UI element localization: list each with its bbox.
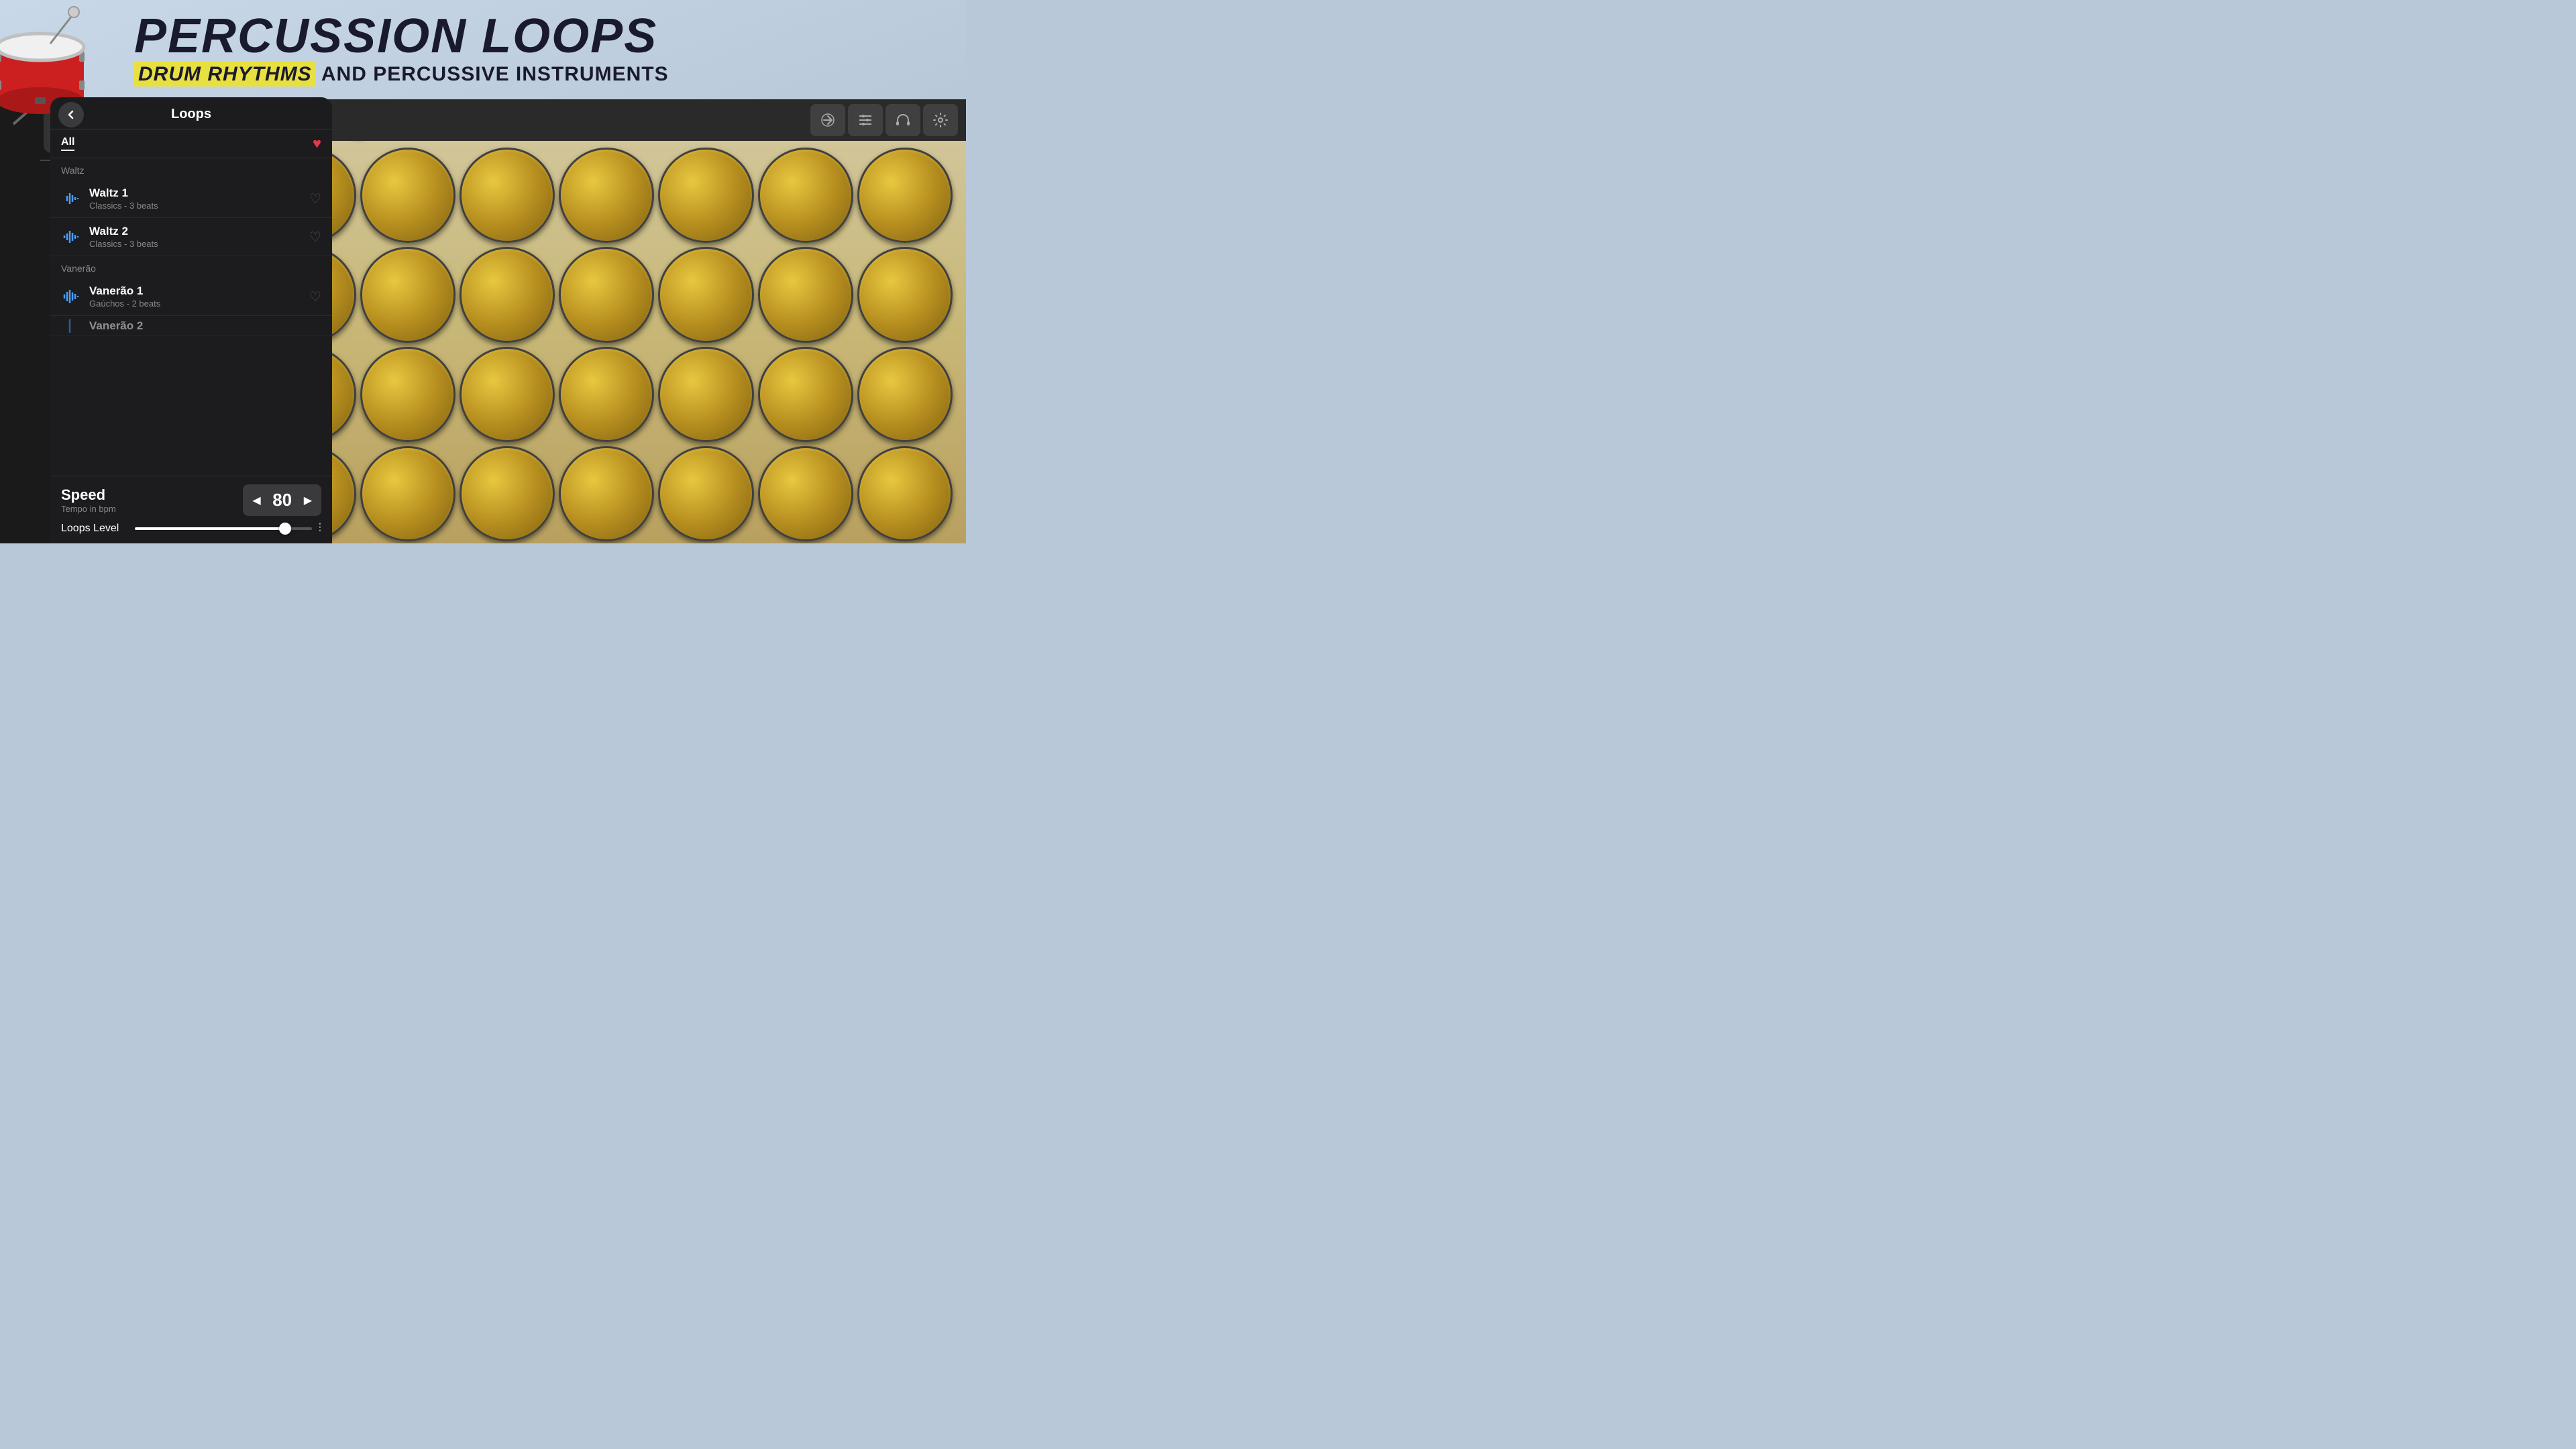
loop-desc-waltz2: Classics - 3 beats bbox=[89, 239, 301, 249]
bpm-control: ◀ 80 ▶ bbox=[243, 484, 321, 516]
drum-pad[interactable] bbox=[460, 347, 555, 442]
loop-name-waltz1: Waltz 1 bbox=[89, 186, 301, 200]
loop-info-vanerao1: Vanerão 1 Gaúchos - 2 beats bbox=[89, 284, 301, 309]
subtitle-rest: AND PERCUSSIVE INSTRUMENTS bbox=[316, 63, 669, 85]
drum-pad[interactable] bbox=[658, 446, 753, 541]
headphone-button[interactable] bbox=[885, 104, 920, 136]
loop-desc-waltz1: Classics - 3 beats bbox=[89, 201, 301, 211]
drum-pad[interactable] bbox=[857, 347, 953, 442]
back-button[interactable] bbox=[58, 102, 84, 127]
bpm-increase-button[interactable]: ▶ bbox=[304, 494, 312, 507]
section-vanerao: Vanerão bbox=[50, 256, 332, 278]
mixer-button[interactable] bbox=[848, 104, 883, 136]
subtitle-highlight: DRUM RHYTHMS bbox=[134, 62, 316, 87]
drum-pad[interactable] bbox=[758, 446, 853, 541]
drum-pad[interactable] bbox=[360, 148, 455, 243]
drum-pad[interactable] bbox=[658, 347, 753, 442]
drum-pad[interactable] bbox=[559, 446, 654, 541]
speed-row: Speed Tempo in bpm ◀ 80 ▶ bbox=[61, 484, 321, 516]
loops-level-label: Loops Level bbox=[61, 523, 128, 535]
drum-pad[interactable] bbox=[658, 247, 753, 342]
loops-level-row: Loops Level ⫶ bbox=[61, 521, 321, 535]
waveform-icon bbox=[61, 189, 81, 209]
loops-modal: Loops All ♥ Waltz Waltz 1 Class bbox=[50, 97, 332, 543]
drum-pad[interactable] bbox=[360, 347, 455, 442]
loop-heart-waltz2[interactable]: ♡ bbox=[309, 229, 321, 246]
bpm-value: 80 bbox=[269, 490, 296, 511]
drum-pad[interactable] bbox=[460, 148, 555, 243]
loop-item-waltz1[interactable]: Waltz 1 Classics - 3 beats ♡ bbox=[50, 180, 332, 218]
main-title: PERCUSSION LOOPS bbox=[134, 12, 926, 60]
drum-pad[interactable] bbox=[460, 446, 555, 541]
loop-info-vanerao2: Vanerão 2 bbox=[89, 319, 321, 333]
drum-pad[interactable] bbox=[658, 148, 753, 243]
loop-desc-vanerao1: Gaúchos - 2 beats bbox=[89, 299, 301, 309]
loop-item-waltz2[interactable]: Waltz 2 Classics - 3 beats ♡ bbox=[50, 218, 332, 256]
level-slider-container[interactable] bbox=[135, 527, 312, 530]
settings-button[interactable] bbox=[923, 104, 958, 136]
waveform-icon-vanerao1 bbox=[61, 286, 81, 307]
modal-header: Loops bbox=[50, 97, 332, 129]
speed-label: Speed bbox=[61, 486, 116, 504]
drum-pad[interactable] bbox=[857, 148, 953, 243]
drum-pad[interactable] bbox=[857, 446, 953, 541]
auto-button[interactable] bbox=[810, 104, 845, 136]
drum-pad[interactable] bbox=[559, 347, 654, 442]
waveform-icon-vanerao2 bbox=[61, 316, 81, 336]
drum-pad[interactable] bbox=[460, 247, 555, 342]
drum-pad[interactable] bbox=[559, 247, 654, 342]
favorites-icon[interactable]: ♥ bbox=[313, 135, 321, 152]
speed-sublabel: Tempo in bpm bbox=[61, 504, 116, 514]
level-slider[interactable] bbox=[135, 527, 312, 530]
drum-pad[interactable] bbox=[758, 148, 853, 243]
drum-pad[interactable] bbox=[758, 347, 853, 442]
bpm-decrease-button[interactable]: ◀ bbox=[252, 494, 260, 507]
slider-thumb[interactable] bbox=[279, 523, 291, 535]
subtitle: DRUM RHYTHMS AND PERCUSSIVE INSTRUMENTS bbox=[134, 63, 926, 86]
waveform-icon-waltz2 bbox=[61, 227, 81, 247]
loop-name-vanerao2: Vanerão 2 bbox=[89, 319, 321, 333]
drum-pad[interactable] bbox=[360, 247, 455, 342]
loop-name-vanerao1: Vanerão 1 bbox=[89, 284, 301, 298]
drum-pad[interactable] bbox=[360, 446, 455, 541]
drum-pad[interactable] bbox=[559, 148, 654, 243]
drum-pad[interactable] bbox=[857, 247, 953, 342]
tab-all[interactable]: All bbox=[61, 136, 74, 151]
loop-name-waltz2: Waltz 2 bbox=[89, 225, 301, 238]
loop-item-vanerao2-partial: Vanerão 2 bbox=[50, 316, 332, 336]
equalizer-icon[interactable]: ⫶ bbox=[319, 521, 322, 535]
modal-tabs: All ♥ bbox=[50, 129, 332, 158]
loop-heart-waltz1[interactable]: ♡ bbox=[309, 191, 321, 207]
bottom-controls: Speed Tempo in bpm ◀ 80 ▶ Loops Level ⫶ bbox=[50, 476, 332, 543]
speed-label-group: Speed Tempo in bpm bbox=[61, 486, 116, 514]
loop-item-vanerao1[interactable]: Vanerão 1 Gaúchos - 2 beats ♡ bbox=[50, 278, 332, 316]
loop-info-waltz2: Waltz 2 Classics - 3 beats bbox=[89, 225, 301, 249]
drum-pad[interactable] bbox=[758, 247, 853, 342]
modal-title: Loops bbox=[171, 107, 211, 122]
loop-list: Waltz Waltz 1 Classics - 3 beats ♡ bbox=[50, 158, 332, 476]
header-area: PERCUSSION LOOPS DRUM RHYTHMS AND PERCUS… bbox=[0, 0, 966, 93]
section-waltz: Waltz bbox=[50, 158, 332, 180]
loop-heart-vanerao1[interactable]: ♡ bbox=[309, 288, 321, 305]
loop-info-waltz1: Waltz 1 Classics - 3 beats bbox=[89, 186, 301, 211]
